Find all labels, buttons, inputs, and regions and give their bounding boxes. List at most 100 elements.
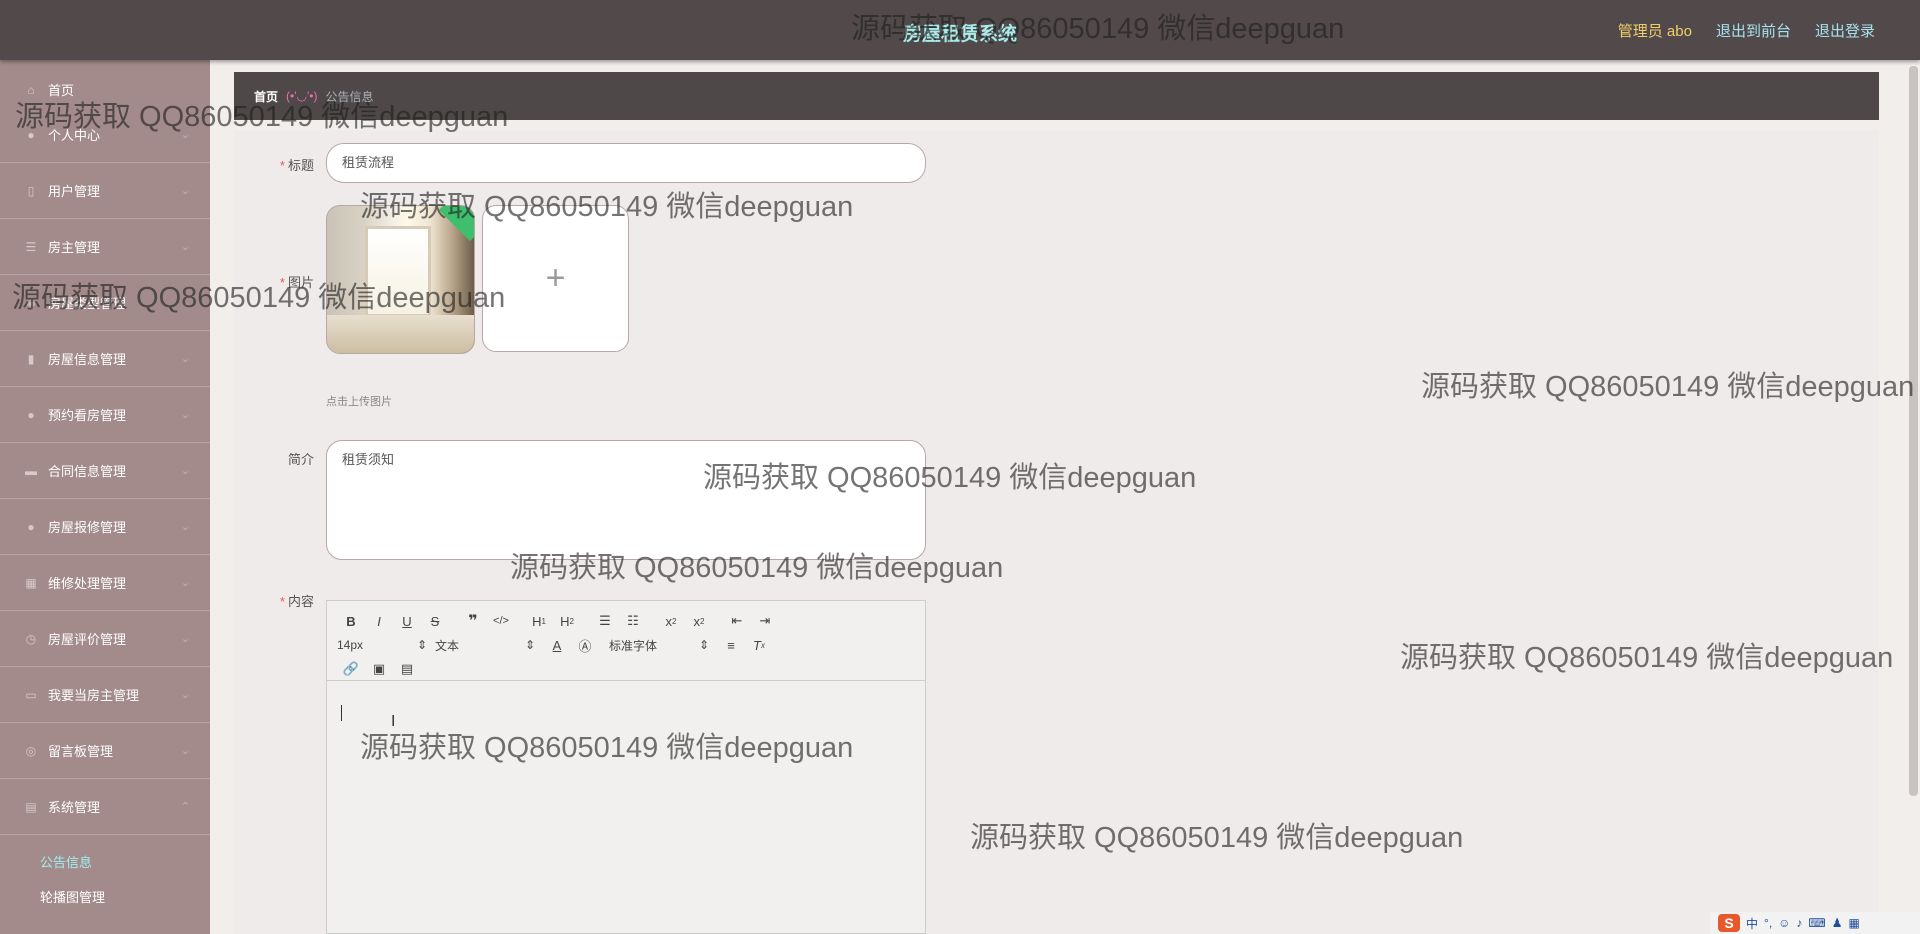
text-caret bbox=[341, 705, 342, 721]
editor-content-area[interactable] bbox=[327, 681, 925, 933]
title-label: * 标题 bbox=[279, 158, 314, 173]
uploaded-image-thumbnail[interactable] bbox=[326, 205, 475, 354]
intro-textarea[interactable]: 租赁须知 bbox=[326, 440, 926, 560]
ime-mode-label: 中 bbox=[1746, 916, 1759, 931]
sidebar-item-contract-management[interactable]: ▬ 合同信息管理 ⌄ bbox=[0, 443, 210, 499]
chart-icon: ▮ bbox=[27, 351, 35, 366]
sidebar-item-personal-center[interactable]: ● 个人中心 ⌄ bbox=[0, 107, 210, 163]
font-color-button[interactable]: A bbox=[543, 634, 571, 656]
blockquote-button[interactable]: ❞ bbox=[459, 610, 487, 632]
align-button[interactable]: ≡ bbox=[717, 634, 745, 656]
header-links: 管理员 abo 退出到前台 退出登录 bbox=[1618, 20, 1875, 41]
sidebar-item-label: 房屋评价管理 bbox=[48, 632, 127, 647]
chevron-down-icon: ⌄ bbox=[180, 520, 190, 533]
clock-icon: ◷ bbox=[25, 631, 37, 646]
sidebar-item-repair-handling-management[interactable]: ▦ 维修处理管理 ⌄ bbox=[0, 555, 210, 611]
sidebar-item-system-management[interactable]: ▤ 系统管理 ⌃ bbox=[0, 779, 210, 835]
sidebar-subitem-announcement[interactable]: 公告信息 bbox=[0, 835, 210, 887]
list-icon: ☰ bbox=[25, 239, 37, 254]
font-family-select[interactable]: 标准字体 ⇕ bbox=[609, 634, 709, 656]
skin-icon: ♟ bbox=[1831, 916, 1843, 930]
emoji-icon: ☺ bbox=[1778, 916, 1791, 930]
home-icon: ⌂ bbox=[27, 82, 35, 97]
logout-link[interactable]: 退出登录 bbox=[1815, 20, 1875, 41]
editor-toolbar: B I U S ❞ </> H1 H2 ☰ ☷ x2 x2 ⇤ ⇥ 14px ⇕ … bbox=[327, 601, 925, 681]
chevron-down-icon: ⌄ bbox=[180, 464, 190, 477]
keyboard-icon: ⌨ bbox=[1808, 916, 1826, 930]
bullet-list-button[interactable]: ☷ bbox=[619, 610, 647, 632]
strikethrough-button[interactable]: S bbox=[421, 610, 449, 632]
admin-user-label: 管理员 abo bbox=[1617, 23, 1692, 40]
upload-add-button[interactable]: + bbox=[482, 205, 629, 352]
breadcrumb-home[interactable]: 首页 bbox=[254, 88, 278, 105]
sidebar-subitem-carousel-management[interactable]: 轮播图管理 bbox=[0, 887, 210, 917]
sidebar-item-house-review-management[interactable]: ◷ 房屋评价管理 ⌄ bbox=[0, 611, 210, 667]
chevron-down-icon: ⌄ bbox=[180, 688, 190, 701]
sidebar-item-viewing-appointment-management[interactable]: ● 预约看房管理 ⌄ bbox=[0, 387, 210, 443]
upload-hint: 点击上传图片 bbox=[326, 396, 392, 408]
italic-button[interactable]: I bbox=[365, 610, 393, 632]
sidebar-item-label: 维修处理管理 bbox=[48, 576, 127, 591]
chevron-down-icon: ⌄ bbox=[180, 128, 190, 141]
ibeam-cursor-icon: I bbox=[391, 713, 396, 730]
chevron-down-icon: ⌄ bbox=[180, 184, 190, 197]
microphone-icon: ♪ bbox=[1796, 916, 1803, 930]
sidebar-item-repair-request-management[interactable]: ● 房屋报修管理 ⌄ bbox=[0, 499, 210, 555]
person-icon: ● bbox=[27, 519, 35, 534]
superscript-button[interactable]: x2 bbox=[685, 610, 713, 632]
document-icon: ▬ bbox=[25, 463, 37, 478]
sidebar-item-label: 用户管理 bbox=[48, 184, 101, 199]
sidebar-item-label: 预约看房管理 bbox=[48, 408, 127, 423]
chevron-down-icon: ⌄ bbox=[180, 408, 190, 421]
user-icon: ● bbox=[27, 127, 35, 142]
sidebar-item-label: 房屋报修管理 bbox=[48, 520, 127, 535]
video-button[interactable]: ▤ bbox=[393, 658, 421, 680]
sidebar-item-message-board-management[interactable]: ◎ 留言板管理 ⌄ bbox=[0, 723, 210, 779]
sidebar-item-home[interactable]: ⌂ 首页 bbox=[0, 72, 210, 107]
sidebar-item-user-management[interactable]: ▯ 用户管理 ⌄ bbox=[0, 163, 210, 219]
indent-button[interactable]: ⇥ bbox=[751, 610, 779, 632]
sidebar-item-become-landlord-management[interactable]: ▭ 我要当房主管理 ⌄ bbox=[0, 667, 210, 723]
plus-icon: + bbox=[545, 259, 566, 297]
underline-button[interactable]: U bbox=[393, 610, 421, 632]
sidebar-item-label: 个人中心 bbox=[48, 128, 101, 143]
font-size-select[interactable]: 14px ⇕ bbox=[337, 634, 427, 656]
sidebar-item-label: 我要当房主管理 bbox=[48, 688, 140, 703]
select-arrows-icon: ⇕ bbox=[698, 638, 709, 652]
settings-icon: ▤ bbox=[25, 799, 37, 814]
link-button[interactable]: 🔗 bbox=[337, 658, 365, 680]
image-button[interactable]: ▣ bbox=[365, 658, 393, 680]
heading2-button[interactable]: H2 bbox=[553, 610, 581, 632]
select-arrows-icon: ⇕ bbox=[524, 638, 535, 652]
sidebar-item-house-type-management[interactable]: ◈ 房屋类型管理 ⌄ bbox=[0, 275, 210, 331]
page-scrollbar[interactable] bbox=[1909, 66, 1918, 796]
sidebar-item-landlord-management[interactable]: ☰ 房主管理 ⌄ bbox=[0, 219, 210, 275]
success-badge-icon bbox=[438, 206, 474, 242]
code-block-button[interactable]: </> bbox=[487, 610, 515, 632]
background-color-button[interactable]: Ⓐ bbox=[571, 634, 599, 656]
top-header: 房屋租赁系统 管理员 abo 退出到前台 退出登录 bbox=[0, 0, 1920, 60]
sidebar-item-label: 房主管理 bbox=[48, 240, 101, 255]
subscript-button[interactable]: x2 bbox=[657, 610, 685, 632]
grid-icon: ▦ bbox=[25, 575, 37, 590]
ordered-list-button[interactable]: ☰ bbox=[591, 610, 619, 632]
paragraph-format-select[interactable]: 文本 ⇕ bbox=[435, 634, 535, 656]
exit-to-frontend-link[interactable]: 退出到前台 bbox=[1716, 20, 1791, 41]
ime-toolbar[interactable]: S 中 °, ☺ ♪ ⌨ ♟ ▦ bbox=[1710, 912, 1920, 934]
sidebar-item-house-info-management[interactable]: ▮ 房屋信息管理 ⌄ bbox=[0, 331, 210, 387]
chevron-down-icon: ⌄ bbox=[180, 632, 190, 645]
clear-format-button[interactable]: Tx bbox=[745, 634, 773, 656]
chevron-down-icon: ⌄ bbox=[180, 744, 190, 757]
chevron-down-icon: ⌄ bbox=[180, 240, 190, 253]
breadcrumb: 首页 (•'◡'•) 公告信息 bbox=[234, 72, 1879, 120]
title-input[interactable]: 租赁流程 bbox=[326, 143, 926, 183]
person-icon: ● bbox=[27, 407, 35, 422]
sogou-logo-icon: S bbox=[1718, 914, 1740, 932]
sidebar-item-label: 留言板管理 bbox=[48, 744, 114, 759]
heading1-button[interactable]: H1 bbox=[525, 610, 553, 632]
tag-icon: ◈ bbox=[26, 295, 36, 310]
punctuation-icon: °, bbox=[1764, 916, 1773, 930]
breadcrumb-separator: (•'◡'•) bbox=[286, 89, 318, 103]
bold-button[interactable]: B bbox=[337, 610, 365, 632]
outdent-button[interactable]: ⇤ bbox=[723, 610, 751, 632]
